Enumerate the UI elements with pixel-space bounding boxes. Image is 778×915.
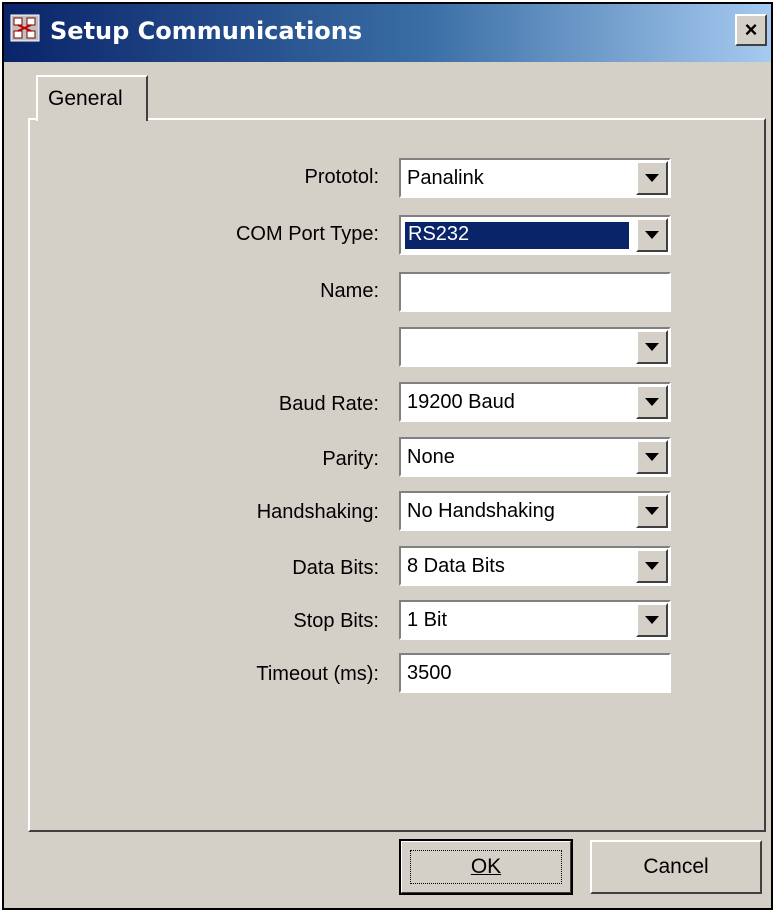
focus-rect — [410, 850, 562, 884]
parity-value: None — [407, 446, 455, 468]
chevron-down-icon[interactable] — [636, 494, 668, 528]
name-field[interactable] — [399, 272, 671, 312]
close-icon: × — [744, 17, 758, 42]
chevron-down-icon[interactable] — [636, 161, 668, 195]
baud-rate-select[interactable]: 19200 Baud — [399, 382, 671, 422]
handshaking-label: Handshaking: — [256, 501, 379, 523]
app-network-icon — [10, 14, 40, 42]
title-bar[interactable]: Setup Communications × — [4, 4, 771, 62]
data-bits-label: Data Bits: — [292, 557, 379, 579]
parity-label: Parity: — [322, 448, 379, 470]
cancel-label: Cancel — [643, 855, 709, 878]
stop-bits-value: 1 Bit — [407, 609, 448, 631]
chevron-down-icon[interactable] — [636, 385, 668, 419]
ok-button[interactable]: OK — [399, 839, 573, 895]
data-bits-value: 8 Data Bits — [407, 555, 505, 577]
com-port-type-value: RS232 — [404, 221, 630, 250]
protocol-value: Panalink — [407, 167, 484, 189]
window-title: Setup Communications — [50, 17, 363, 45]
close-button[interactable]: × — [735, 14, 767, 46]
com-port-type-select[interactable]: RS232 — [399, 215, 671, 255]
protocol-label: Prototol: — [304, 166, 379, 188]
name-label: Name: — [320, 280, 379, 302]
timeout-value: 3500 — [407, 662, 452, 684]
protocol-select[interactable]: Panalink — [399, 158, 671, 198]
chevron-down-icon[interactable] — [636, 218, 668, 252]
tab-general-label: General — [48, 87, 123, 110]
chevron-down-icon[interactable] — [636, 330, 668, 364]
timeout-field[interactable]: 3500 — [399, 653, 671, 693]
chevron-down-icon[interactable] — [636, 603, 668, 637]
chevron-down-icon[interactable] — [636, 440, 668, 474]
handshaking-value: No Handshaking — [407, 500, 555, 522]
port-select[interactable] — [399, 327, 671, 367]
handshaking-select[interactable]: No Handshaking — [399, 491, 671, 531]
cancel-button[interactable]: Cancel — [590, 840, 762, 894]
data-bits-select[interactable]: 8 Data Bits — [399, 546, 671, 586]
tab-general[interactable]: General — [36, 75, 148, 121]
baud-rate-value: 19200 Baud — [407, 391, 515, 413]
parity-select[interactable]: None — [399, 437, 671, 477]
chevron-down-icon[interactable] — [636, 549, 668, 583]
baud-rate-label: Baud Rate: — [278, 393, 379, 415]
stop-bits-select[interactable]: 1 Bit — [399, 600, 671, 640]
setup-communications-dialog: Setup Communications × General Prototol:… — [2, 2, 773, 910]
timeout-label: Timeout (ms): — [256, 663, 379, 685]
stop-bits-label: Stop Bits: — [293, 610, 379, 632]
com-port-type-label: COM Port Type: — [235, 223, 379, 245]
